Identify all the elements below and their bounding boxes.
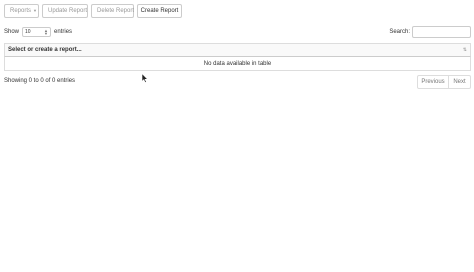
page: Reports ▼ Update Report Delete Report Cr… bbox=[0, 0, 474, 272]
reports-button-label: Reports bbox=[10, 8, 32, 14]
search-control: Search: bbox=[389, 26, 471, 38]
reports-dropdown-button[interactable]: Reports ▼ bbox=[4, 4, 39, 18]
update-report-button[interactable]: Update Report bbox=[42, 4, 88, 18]
sort-alpha-icon[interactable]: ⇅ bbox=[463, 47, 467, 53]
entries-label: entries bbox=[54, 29, 73, 35]
next-page-button[interactable]: Next bbox=[449, 75, 471, 89]
create-report-button[interactable]: Create Report bbox=[137, 4, 182, 18]
table-empty-row: No data available in table bbox=[4, 57, 471, 71]
mouse-pointer-icon bbox=[141, 73, 149, 83]
search-input[interactable] bbox=[412, 26, 471, 38]
entries-length-value: 10 bbox=[25, 29, 31, 35]
table-header[interactable]: Select or create a report... ⇅ bbox=[4, 43, 471, 57]
table-info: Showing 0 to 0 of 0 entries bbox=[4, 78, 76, 84]
previous-page-button[interactable]: Previous bbox=[417, 75, 449, 89]
table-controls: Show 10 ▲ ▼ entries Search: bbox=[4, 26, 471, 38]
length-control: Show 10 ▲ ▼ entries bbox=[4, 26, 72, 38]
reports-table: Select or create a report... ⇅ No data a… bbox=[4, 43, 471, 71]
caret-down-icon: ▼ bbox=[33, 8, 37, 13]
column-header-label: Select or create a report... bbox=[8, 47, 82, 53]
empty-message: No data available in table bbox=[203, 60, 272, 67]
show-label: Show bbox=[4, 29, 20, 35]
search-label: Search: bbox=[389, 29, 410, 35]
delete-report-button[interactable]: Delete Report bbox=[91, 4, 134, 18]
select-arrows-icon: ▲ ▼ bbox=[44, 28, 49, 36]
pagination: Previous Next bbox=[417, 75, 471, 89]
entries-length-select[interactable]: 10 ▲ ▼ bbox=[22, 27, 52, 37]
toolbar: Reports ▼ Update Report Delete Report Cr… bbox=[4, 4, 182, 18]
